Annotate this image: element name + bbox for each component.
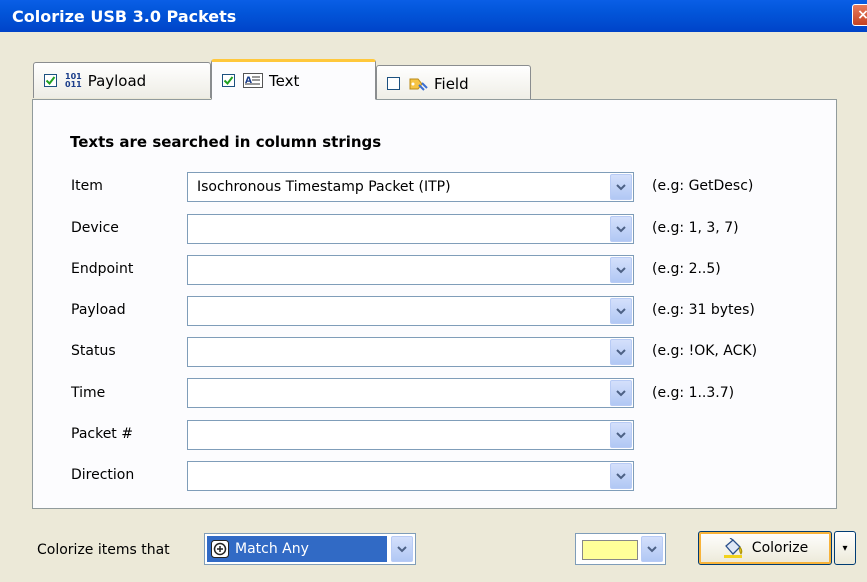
close-icon: × <box>857 7 867 23</box>
device-label: Device <box>71 220 119 236</box>
time-label: Time <box>71 385 106 401</box>
dropdown-arrow-icon: ▾ <box>842 542 848 554</box>
tab-field[interactable]: Field <box>376 65 531 101</box>
time-hint: (e.g: 1..3.7) <box>652 385 735 401</box>
endpoint-hint: (e.g: 2..5) <box>652 261 721 277</box>
text-field-icon: A <box>243 73 263 88</box>
time-dropdown-button[interactable] <box>610 380 632 406</box>
device-combobox[interactable] <box>187 214 634 244</box>
status-dropdown-button[interactable] <box>610 339 632 365</box>
colorize-button[interactable]: Colorize <box>698 531 832 565</box>
direction-combobox[interactable] <box>187 461 634 491</box>
chevron-down-icon <box>616 266 626 273</box>
direction-label: Direction <box>71 467 135 483</box>
colorize-button-label: Colorize <box>751 540 809 556</box>
chevron-down-icon <box>616 225 626 232</box>
payload-tab-checkbox[interactable] <box>44 74 57 87</box>
payload-dropdown-button[interactable] <box>610 298 632 324</box>
endpoint-dropdown-button[interactable] <box>610 257 632 283</box>
text-tab-checkbox[interactable] <box>222 74 235 87</box>
color-swatch <box>582 540 638 560</box>
match-mode-combobox[interactable]: Match Any <box>204 533 416 565</box>
item-label: Item <box>71 178 103 194</box>
close-button[interactable]: × <box>852 4 867 26</box>
chevron-down-icon <box>397 545 407 552</box>
chevron-down-icon <box>616 431 626 438</box>
window-title: Colorize USB 3.0 Packets <box>12 7 237 26</box>
paint-bucket-icon <box>722 538 744 558</box>
chevron-down-icon <box>647 545 657 552</box>
time-combobox[interactable] <box>187 378 634 408</box>
packet-number-dropdown-button[interactable] <box>610 422 632 448</box>
payload-hint: (e.g: 31 bytes) <box>652 302 755 318</box>
endpoint-label: Endpoint <box>71 261 134 277</box>
field-tag-icon <box>408 76 428 92</box>
item-dropdown-button[interactable] <box>610 174 632 200</box>
device-hint: (e.g: 1, 3, 7) <box>652 220 739 236</box>
colorize-menu-button[interactable]: ▾ <box>834 531 856 565</box>
chevron-down-icon <box>616 348 626 355</box>
tab-payload-label: Payload <box>87 71 147 90</box>
match-mode-value: Match Any <box>235 541 309 557</box>
chevron-down-icon <box>616 183 626 190</box>
binary-icon: 101 011 <box>65 71 82 89</box>
device-dropdown-button[interactable] <box>610 216 632 242</box>
item-hint: (e.g: GetDesc) <box>652 178 754 194</box>
payload-label: Payload <box>71 302 126 318</box>
panel-heading: Texts are searched in column strings <box>70 133 382 151</box>
match-mode-dropdown-button[interactable] <box>391 536 413 562</box>
match-any-icon <box>211 540 229 558</box>
tab-payload[interactable]: 101 011 Payload <box>33 62 211 98</box>
colorize-items-label: Colorize items that <box>37 542 170 558</box>
title-bar: Colorize USB 3.0 Packets × <box>0 0 867 32</box>
payload-combobox[interactable] <box>187 296 634 326</box>
packet-number-combobox[interactable] <box>187 420 634 450</box>
chevron-down-icon <box>616 472 626 479</box>
item-combobox[interactable]: Isochronous Timestamp Packet (ITP) <box>187 172 634 202</box>
packet-number-label: Packet # <box>71 426 133 442</box>
color-picker-combobox[interactable] <box>575 533 666 565</box>
status-label: Status <box>71 343 116 359</box>
color-dropdown-button[interactable] <box>641 536 663 562</box>
tab-text-label: Text <box>269 71 300 90</box>
endpoint-combobox[interactable] <box>187 255 634 285</box>
status-combobox[interactable] <box>187 337 634 367</box>
tab-field-label: Field <box>434 74 469 93</box>
direction-dropdown-button[interactable] <box>610 463 632 489</box>
chevron-down-icon <box>616 307 626 314</box>
tab-text[interactable]: A Text <box>211 59 376 100</box>
field-tab-checkbox[interactable] <box>387 77 400 90</box>
item-value: Isochronous Timestamp Packet (ITP) <box>197 179 451 195</box>
match-mode-selection: Match Any <box>207 536 387 562</box>
chevron-down-icon <box>616 389 626 396</box>
status-hint: (e.g: !OK, ACK) <box>652 343 758 359</box>
